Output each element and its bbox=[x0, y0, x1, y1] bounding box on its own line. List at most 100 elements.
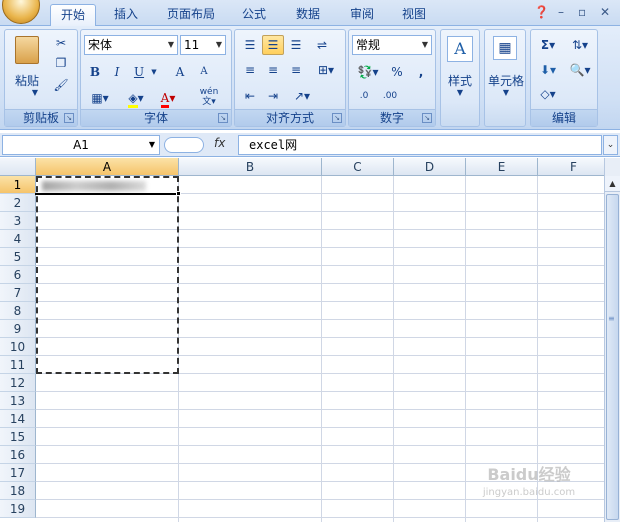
close-icon[interactable]: ✕ bbox=[600, 5, 610, 19]
format-painter-icon[interactable]: 🖌 bbox=[53, 78, 69, 92]
active-cell[interactable] bbox=[35, 175, 180, 195]
select-all-button[interactable] bbox=[0, 158, 36, 176]
currency-icon[interactable]: 💱▾ bbox=[353, 62, 383, 82]
row-header-11[interactable]: 11 bbox=[0, 356, 36, 374]
row-header-6[interactable]: 6 bbox=[0, 266, 36, 284]
fill-color-icon[interactable]: ◈▾ bbox=[121, 88, 151, 108]
row-header-14[interactable]: 14 bbox=[0, 410, 36, 428]
gridline-vertical bbox=[393, 176, 394, 522]
grow-font-button[interactable]: A bbox=[169, 62, 191, 82]
bold-button[interactable]: B bbox=[85, 62, 105, 82]
tab-page-layout[interactable]: 页面布局 bbox=[158, 4, 224, 26]
align-left-icon[interactable]: ≡ bbox=[239, 60, 261, 80]
paste-icon[interactable] bbox=[15, 36, 39, 64]
align-top-icon[interactable]: ☰ bbox=[239, 35, 261, 55]
alignment-launcher-icon[interactable]: ↘ bbox=[332, 113, 342, 123]
restore-icon[interactable]: ▫ bbox=[578, 5, 586, 19]
row-header-9[interactable]: 9 bbox=[0, 320, 36, 338]
formula-input[interactable]: excel网 bbox=[238, 135, 602, 155]
number-format-combo[interactable]: 常规 ▼ bbox=[352, 35, 432, 55]
clear-icon[interactable]: ◇▾ bbox=[534, 84, 562, 104]
scroll-thumb[interactable] bbox=[606, 194, 619, 520]
styles-button-label: 样式 bbox=[447, 74, 472, 88]
font-name-combo[interactable]: 宋体 ▼ bbox=[84, 35, 178, 55]
tab-home[interactable]: 开始 bbox=[50, 4, 96, 26]
row-header-13[interactable]: 13 bbox=[0, 392, 36, 410]
fill-icon[interactable]: ⬇▾ bbox=[534, 60, 562, 80]
cells-group[interactable]: ▦ 单元格 ▼ bbox=[484, 29, 526, 127]
row-header-1[interactable]: 1 bbox=[0, 176, 36, 194]
percent-button[interactable]: % bbox=[387, 62, 407, 82]
font-color-icon[interactable]: A▾ bbox=[153, 88, 183, 108]
row-header-7[interactable]: 7 bbox=[0, 284, 36, 302]
decrease-indent-icon[interactable]: ⇤ bbox=[239, 86, 261, 106]
decrease-decimal-button[interactable]: .00 bbox=[377, 86, 403, 106]
align-middle-icon[interactable]: ☰ bbox=[262, 35, 284, 55]
row-header-17[interactable]: 17 bbox=[0, 464, 36, 482]
row-header-18[interactable]: 18 bbox=[0, 482, 36, 500]
insert-function-icon[interactable]: fx bbox=[214, 136, 225, 150]
sort-filter-icon[interactable]: ⇅▾ bbox=[565, 35, 595, 55]
increase-indent-icon[interactable]: ⇥ bbox=[262, 86, 284, 106]
row-header-10[interactable]: 10 bbox=[0, 338, 36, 356]
underline-button[interactable]: U bbox=[129, 62, 149, 82]
office-button[interactable] bbox=[2, 0, 40, 24]
orientation-icon[interactable]: ↗▾ bbox=[287, 86, 317, 106]
borders-icon[interactable]: ▦▾ bbox=[85, 88, 115, 108]
wrap-text-icon[interactable]: ⇌ bbox=[311, 35, 333, 55]
column-header-d[interactable]: D bbox=[394, 158, 466, 176]
chevron-down-icon: ▼ bbox=[148, 140, 155, 149]
font-launcher-icon[interactable]: ↘ bbox=[218, 113, 228, 123]
tab-view[interactable]: 视图 bbox=[392, 4, 436, 26]
autosum-button[interactable]: Σ▾ bbox=[534, 35, 562, 55]
paste-button-label[interactable]: 粘贴 bbox=[9, 72, 45, 89]
increase-decimal-button[interactable]: .0 bbox=[353, 86, 375, 106]
chevron-down-icon: ▼ bbox=[421, 40, 428, 49]
tab-review[interactable]: 审阅 bbox=[340, 4, 384, 26]
row-header-3[interactable]: 3 bbox=[0, 212, 36, 230]
paste-dropdown-icon[interactable]: ▼ bbox=[27, 88, 43, 97]
column-header-e[interactable]: E bbox=[466, 158, 538, 176]
row-header-5[interactable]: 5 bbox=[0, 248, 36, 266]
formula-bar-resize-handle[interactable] bbox=[164, 137, 204, 153]
row-header-8[interactable]: 8 bbox=[0, 302, 36, 320]
editing-group-label: 编辑 bbox=[531, 109, 597, 126]
row-header-12[interactable]: 12 bbox=[0, 374, 36, 392]
row-header-2[interactable]: 2 bbox=[0, 194, 36, 212]
clipboard-launcher-icon[interactable]: ↘ bbox=[64, 113, 74, 123]
styles-group[interactable]: A 样式 ▼ bbox=[440, 29, 480, 127]
column-header-c[interactable]: C bbox=[322, 158, 394, 176]
row-header-16[interactable]: 16 bbox=[0, 446, 36, 464]
italic-button[interactable]: I bbox=[107, 62, 127, 82]
number-launcher-icon[interactable]: ↘ bbox=[422, 113, 432, 123]
row-header-15[interactable]: 15 bbox=[0, 428, 36, 446]
fill-handle[interactable] bbox=[176, 191, 181, 196]
cut-icon[interactable]: ✂ bbox=[53, 36, 69, 50]
tab-formulas[interactable]: 公式 bbox=[232, 4, 276, 26]
align-right-icon[interactable]: ≡ bbox=[285, 60, 307, 80]
align-center-icon[interactable]: ≡ bbox=[262, 60, 284, 80]
comma-button[interactable]: , bbox=[411, 62, 431, 82]
merge-center-icon[interactable]: ⊞▾ bbox=[311, 60, 341, 80]
help-icon[interactable]: ❓ bbox=[534, 5, 549, 19]
vertical-scrollbar[interactable]: ▲ ≡ bbox=[604, 158, 620, 522]
tab-insert[interactable]: 插入 bbox=[104, 4, 148, 26]
minimize-icon[interactable]: – bbox=[558, 5, 564, 19]
gridline-horizontal bbox=[36, 463, 604, 464]
tab-data[interactable]: 数据 bbox=[286, 4, 330, 26]
column-header-f[interactable]: F bbox=[538, 158, 604, 176]
underline-dropdown-icon[interactable]: ▼ bbox=[149, 62, 159, 82]
column-header-a[interactable]: A bbox=[36, 158, 179, 176]
expand-formula-icon[interactable]: ⌄ bbox=[603, 135, 618, 155]
column-header-b[interactable]: B bbox=[179, 158, 322, 176]
phonetic-guide-icon[interactable]: wén 文▾ bbox=[191, 86, 227, 107]
copy-icon[interactable]: ❐ bbox=[53, 56, 69, 70]
find-select-icon[interactable]: 🔍▾ bbox=[565, 60, 595, 80]
align-bottom-icon[interactable]: ☰ bbox=[285, 35, 307, 55]
name-box[interactable]: A1 ▼ bbox=[2, 135, 160, 155]
row-header-4[interactable]: 4 bbox=[0, 230, 36, 248]
row-header-19[interactable]: 19 bbox=[0, 500, 36, 518]
scroll-up-icon[interactable]: ▲ bbox=[605, 176, 620, 192]
shrink-font-button[interactable]: A bbox=[193, 62, 215, 82]
font-size-combo[interactable]: 11 ▼ bbox=[180, 35, 226, 55]
